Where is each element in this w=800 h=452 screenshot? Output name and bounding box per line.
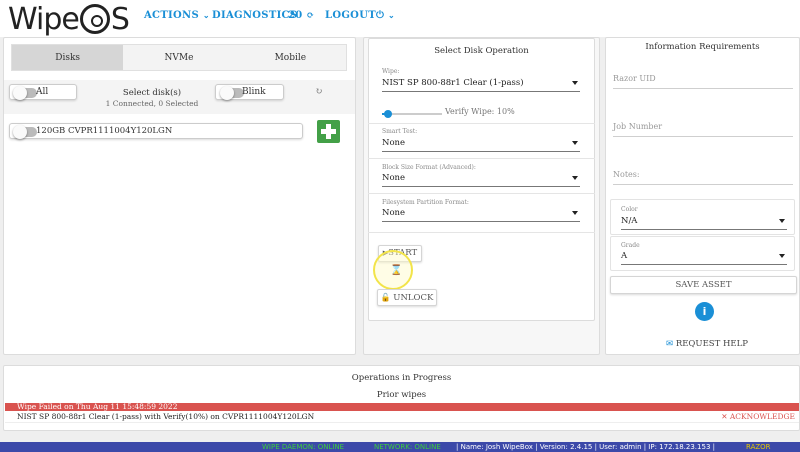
blink-toggle[interactable] [220,86,244,100]
disc-icon [79,4,110,34]
power-icon: ⏻ [376,10,385,21]
select-disks-count: 1 Connected, 0 Selected [105,99,199,108]
plus-icon [321,124,336,139]
color-value: N/A [621,216,638,226]
disk-list-item[interactable]: 120GB CVPR1111004Y120LGN [9,123,303,139]
filesystem-format-label: Filesystem Partition Format: [382,199,469,206]
smart-test-select[interactable]: None [382,138,580,152]
network-status: NETWORK: ONLINE [374,443,441,451]
caret-down-icon [572,211,578,215]
notes-underline [613,184,793,185]
unlock-button[interactable]: 🔓 UNLOCK [377,289,437,306]
status-bar: WIPE DAEMON: ONLINE NETWORK: ONLINE | Na… [0,442,800,452]
request-help-label: REQUEST HELP [675,339,748,349]
logout-link[interactable]: LOGOUT [325,10,376,21]
all-toggle-pill[interactable]: All [9,84,77,100]
chevron-down-icon: ⌄ [388,10,396,20]
smart-test-label: Smart Test: [382,128,418,135]
block-size-value: None [382,173,406,183]
verify-slider-thumb[interactable] [384,110,392,118]
caret-down-icon [572,141,578,145]
wipe-method-select[interactable]: NIST SP 800-88r1 Clear (1-pass) [382,78,580,92]
grade-label: Grade [621,242,640,249]
caret-down-icon [779,254,785,258]
disk-item-label: 120GB CVPR1111004Y120LGN [36,126,173,136]
lock-icon: 🔓 [380,293,391,302]
wipe-label: Wipe: [382,68,400,75]
all-toggle[interactable] [13,86,37,100]
refresh-icon: ⟳ [306,11,315,21]
counter-value: 20 [288,10,303,21]
caret-down-icon [779,219,785,223]
close-icon: ✕ [721,412,728,421]
info-title: Information Requirements [645,42,760,52]
system-info: | Name: Josh WipeBox | Version: 2.4.15 |… [456,443,715,451]
operations-in-progress-title: Operations in Progress [351,373,452,383]
divider [368,158,595,159]
chevron-down-icon: ⌄ [202,10,210,20]
smart-test-value: None [382,138,406,148]
unlock-label: UNLOCK [393,293,434,303]
prior-wipes-title: Prior wipes [376,390,427,400]
color-label: Color [621,206,638,213]
request-help-link[interactable]: ✉ REQUEST HELP [666,339,748,349]
acknowledge-label: ACKNOWLEDGE [729,412,795,421]
job-number-underline [613,136,793,137]
info-icon[interactable]: i [695,302,714,321]
blink-label: Blink [242,87,266,97]
all-label: All [36,87,49,97]
tab-disks[interactable]: Disks [12,45,124,70]
filesystem-format-value: None [382,208,406,218]
add-disk-button[interactable] [317,120,340,143]
operation-title: Select Disk Operation [434,46,529,56]
power-menu[interactable]: ⏻ ⌄ [376,10,395,21]
mail-icon: ✉ [666,339,674,349]
wipeos-logo[interactable]: Wipe S [8,1,130,37]
grade-value: A [621,251,628,261]
filesystem-format-select[interactable]: None [382,208,580,222]
select-disks-title: Select disk(s) [122,88,182,98]
divider [368,193,595,194]
prior-wipe-row: NIST SP 800-88r1 Clear (1-pass) with Ver… [5,411,799,423]
logo-text-suffix: S [110,1,130,37]
color-select[interactable]: N/A [621,216,787,230]
razor-status: RAZOR [746,443,771,451]
hourglass-cursor-icon: ⌛ [390,265,403,276]
prior-wipe-detail: NIST SP 800-88r1 Clear (1-pass) with Ver… [17,412,315,421]
counter-badge[interactable]: 20 ⟳ [288,10,314,21]
divider [368,232,595,233]
tab-mobile[interactable]: Mobile [235,45,346,70]
tab-nvme[interactable]: NVMe [123,45,234,70]
verify-label: Verify Wipe: 10% [445,107,515,116]
diagnostics-link[interactable]: DIAGNOSTICS [212,10,297,21]
block-size-select[interactable]: None [382,173,580,187]
wipe-method-value: NIST SP 800-88r1 Clear (1-pass) [382,78,524,88]
daemon-status: WIPE DAEMON: ONLINE [262,443,345,451]
save-asset-button[interactable]: SAVE ASSET [610,276,797,294]
caret-down-icon [572,176,578,180]
blink-toggle-pill[interactable]: Blink [215,84,284,100]
refresh-icon[interactable]: ↻ [315,87,323,97]
razor-uid-field[interactable]: Razor UID [613,74,656,83]
actions-menu[interactable]: ACTIONS ⌄ [144,10,210,21]
disk-toggle[interactable] [13,125,37,139]
job-number-field[interactable]: Job Number [613,122,662,131]
acknowledge-button[interactable]: ✕ ACKNOWLEDGE [721,412,795,421]
divider [368,123,595,124]
notes-field[interactable]: Notes: [613,170,640,179]
logo-text-prefix: Wipe [8,1,80,37]
wipe-failed-banner: Wipe Failed on Thu Aug 11 15:48:59 2022 [5,403,799,411]
grade-select[interactable]: A [621,251,787,265]
actions-label: ACTIONS [144,10,200,21]
block-size-label: Block Size Format (Advanced): [382,164,476,171]
disk-type-tabs: Disks NVMe Mobile [11,44,347,71]
top-navbar: Wipe S ACTIONS ⌄ DIAGNOSTICS 20 ⟳ LOGOUT… [0,0,800,37]
razor-uid-underline [613,88,793,89]
caret-down-icon [572,81,578,85]
